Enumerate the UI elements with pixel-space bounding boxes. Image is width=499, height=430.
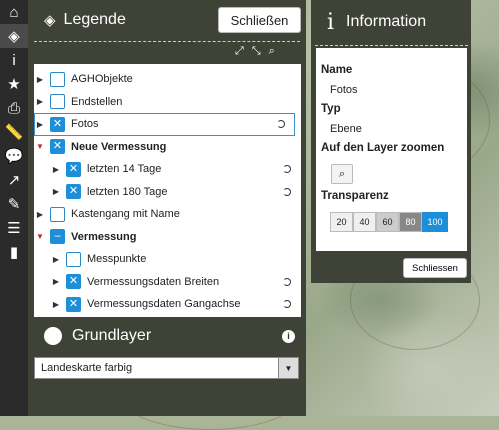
layer-checkbox[interactable]: ✕ <box>66 274 81 290</box>
share-icon[interactable]: ↗ <box>0 168 28 192</box>
legend-panel: ◈ Legende Schließen ⤢ ⤡ ⌕ ▶ AGHObjekte ▶ En… <box>28 0 306 416</box>
layer-checkbox[interactable] <box>66 251 81 267</box>
layer-row[interactable]: ▼ ✕ Neue Vermessung <box>34 136 301 159</box>
layer-checkbox[interactable]: ✕ <box>66 184 81 200</box>
loading-icon <box>283 277 291 286</box>
zoom-to-layer-button[interactable]: ⌕ <box>331 164 353 184</box>
layer-label: letzten 180 Tage <box>87 185 168 198</box>
layer-row[interactable]: ▶ Kastengang mit Name <box>34 203 301 226</box>
legend-title: Legende <box>63 11 126 28</box>
layer-label: Neue Vermessung <box>71 140 167 153</box>
legend-tools: ⤢ ⤡ ⌕ <box>235 45 275 58</box>
layer-checkbox[interactable]: ✕ <box>66 296 81 312</box>
layer-row[interactable]: ▶ ✕ letzten 180 Tage <box>34 181 301 204</box>
transparency-80-button[interactable]: 80 <box>399 212 422 232</box>
layer-checkbox[interactable]: ✕ <box>66 161 81 177</box>
loading-icon <box>283 165 291 174</box>
layer-row[interactable]: ▶ ✕ Vermessungsdaten Gangachse <box>34 293 301 316</box>
layer-checkbox[interactable]: – <box>50 229 65 245</box>
close-info-button[interactable]: Schliessen <box>403 258 467 278</box>
caret-right-icon[interactable]: ▶ <box>50 165 62 174</box>
info-panel: i Information Name Fotos Typ Ebene Auf d… <box>311 0 471 283</box>
edit-icon[interactable]: ✎ <box>0 192 28 216</box>
measure-icon[interactable]: 📏 <box>0 120 28 144</box>
name-value: Fotos <box>330 84 358 96</box>
grundlayer-select[interactable]: Landeskarte farbig ▼ <box>34 357 299 379</box>
layer-label: Vermessungsdaten Breiten <box>87 275 220 288</box>
name-key: Name <box>321 64 353 76</box>
layer-row[interactable]: ▶ ✕ Vermessungsdaten Breiten <box>34 271 301 294</box>
loading-icon <box>277 120 285 129</box>
comment-icon[interactable]: 💬 <box>0 144 28 168</box>
caret-right-icon[interactable]: ▶ <box>50 300 62 309</box>
divider <box>34 41 300 42</box>
zoom-icon[interactable]: ⌕ <box>269 45 275 58</box>
caret-down-icon[interactable]: ▼ <box>34 232 46 241</box>
layer-checkbox[interactable] <box>50 94 65 110</box>
type-key: Typ <box>321 103 341 115</box>
type-value: Ebene <box>330 123 362 135</box>
transparency-40-button[interactable]: 40 <box>353 212 376 232</box>
grundlayer-header: Grundlayer i <box>34 320 301 352</box>
star-icon[interactable]: ★ <box>0 72 28 96</box>
caret-right-icon[interactable]: ▶ <box>34 120 46 129</box>
layer-row[interactable]: ▶ ✕ Fotos <box>34 113 295 136</box>
chevron-down-icon[interactable]: ▼ <box>278 358 298 378</box>
layers-icon[interactable]: ◈ <box>0 24 28 48</box>
transparency-60-button[interactable]: 60 <box>376 212 399 232</box>
transparency-100-button[interactable]: 100 <box>422 212 448 232</box>
layer-label: Vermessungsdaten Gangachse <box>87 298 241 311</box>
layer-label: Messpunkte <box>87 253 147 266</box>
grundlayer-title: Grundlayer <box>72 327 152 344</box>
transparency-buttons: 20 40 60 80 100 <box>330 212 467 232</box>
info-icon[interactable]: i <box>0 48 28 72</box>
layer-row[interactable]: ▶ AGHObjekte <box>34 68 301 91</box>
caret-right-icon[interactable]: ▶ <box>50 255 62 264</box>
layer-checkbox[interactable]: ✕ <box>50 139 65 155</box>
caret-right-icon[interactable]: ▶ <box>34 97 46 106</box>
layer-row[interactable]: ▼ – Vermessung <box>34 226 301 249</box>
layer-row[interactable]: ▶ Messpunkte <box>34 248 301 271</box>
layer-label: Kastengang mit Name <box>71 208 180 221</box>
info-header: i Information <box>311 0 471 44</box>
collapse-icon[interactable]: ⤡ <box>252 45 261 58</box>
caret-right-icon[interactable]: ▶ <box>50 187 62 196</box>
caret-right-icon[interactable]: ▶ <box>34 210 46 219</box>
loading-icon <box>283 187 291 196</box>
info-body: Name Fotos Typ Ebene Auf den Layer zoome… <box>316 48 467 251</box>
grundlayer-value: Landeskarte farbig <box>41 362 133 374</box>
layer-checkbox[interactable] <box>50 206 65 222</box>
expand-icon[interactable]: ⤢ <box>235 45 244 58</box>
list-icon[interactable]: ☰ <box>0 216 28 240</box>
info-title: Information <box>346 13 427 30</box>
transparency-20-button[interactable]: 20 <box>330 212 353 232</box>
layer-label: Endstellen <box>71 95 123 108</box>
transparency-key: Transparenz <box>321 190 389 202</box>
caret-down-icon[interactable]: ▼ <box>34 142 46 151</box>
layer-row[interactable]: ▶ Endstellen <box>34 91 301 114</box>
zoom-key: Auf den Layer zoomen <box>321 142 445 154</box>
info-icon: i <box>327 9 335 35</box>
divider <box>315 45 468 46</box>
layer-label: Fotos <box>71 118 99 131</box>
layers-icon: ◈ <box>44 12 56 29</box>
print-icon[interactable]: ⎙ <box>0 96 28 120</box>
close-legend-button[interactable]: Schließen <box>218 7 301 33</box>
info-icon[interactable]: i <box>282 329 295 343</box>
layer-label: letzten 14 Tage <box>87 163 162 176</box>
layer-checkbox[interactable] <box>50 71 65 87</box>
globe-icon <box>44 327 62 345</box>
loading-icon <box>283 300 291 309</box>
layer-label: AGHObjekte <box>71 73 133 86</box>
home-icon[interactable]: ⌂ <box>0 0 28 24</box>
layer-label: Vermessung <box>71 230 137 243</box>
caret-right-icon[interactable]: ▶ <box>34 75 46 84</box>
left-toolbar: ⌂ ◈ i ★ ⎙ 📏 💬 ↗ ✎ ☰ ▮ <box>0 0 28 416</box>
chart-icon[interactable]: ▮ <box>0 240 28 264</box>
layer-row[interactable]: ▶ ✕ letzten 14 Tage <box>34 158 301 181</box>
caret-right-icon[interactable]: ▶ <box>50 277 62 286</box>
layer-checkbox[interactable]: ✕ <box>50 116 65 132</box>
zoom-icon: ⌕ <box>338 167 346 180</box>
layer-tree: ▶ AGHObjekte ▶ Endstellen ▶ ✕ Fotos ▼ ✕ Neue Verm… <box>34 64 301 317</box>
